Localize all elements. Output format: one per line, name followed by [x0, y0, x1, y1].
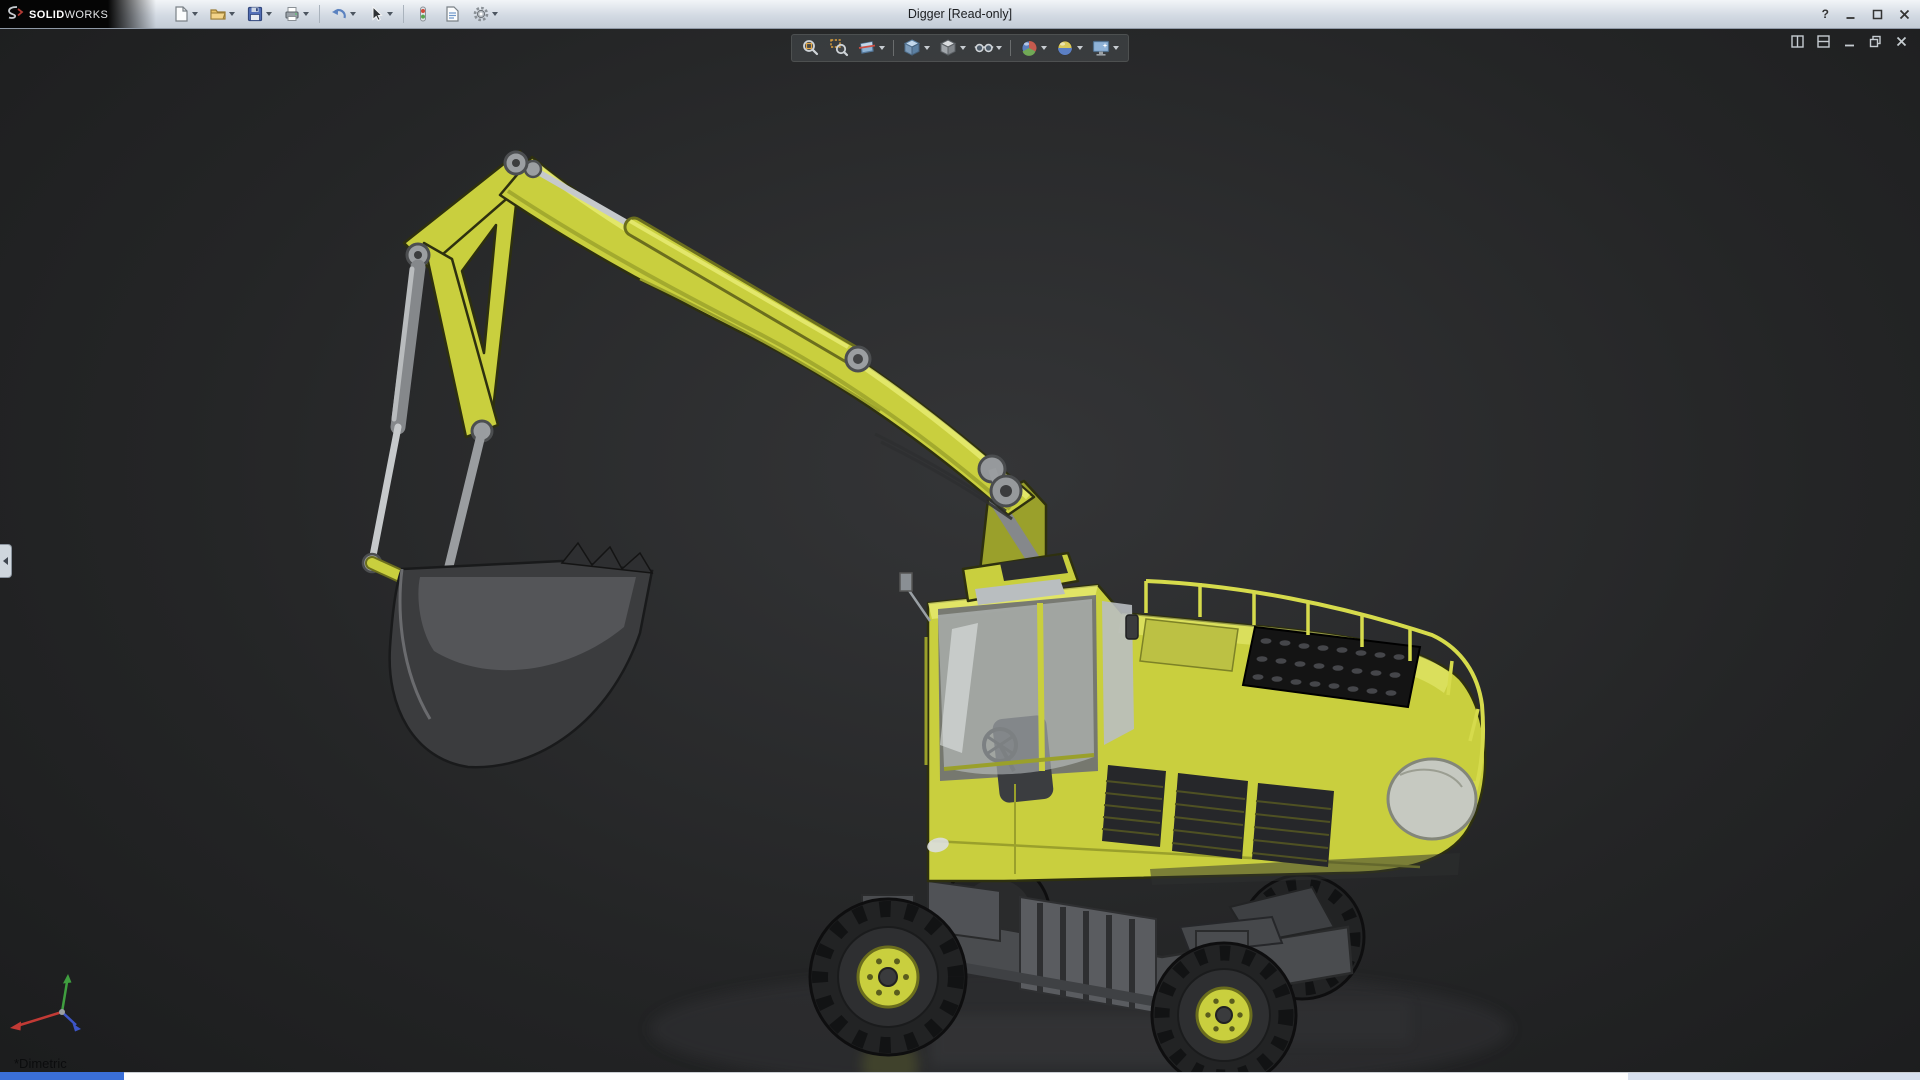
view-orientation-icon — [903, 39, 921, 56]
dropdown-caret — [960, 46, 966, 50]
solidworks-window: SOLIDWORKS Digger [Read-only] ? *Dimetri… — [0, 0, 1920, 1080]
maximize-icon — [1872, 9, 1883, 19]
zoom-to-area-icon — [830, 39, 849, 57]
toolbar-separator — [403, 5, 404, 23]
dropdown-caret — [266, 12, 272, 16]
split-pane-horizontal-icon — [1817, 35, 1830, 48]
bucket[interactable] — [388, 541, 654, 769]
chevron-left-icon — [3, 557, 8, 565]
open-button[interactable] — [205, 3, 239, 26]
triad-y-axis — [60, 981, 69, 1013]
graphics-viewport[interactable]: *Dimetric — [0, 29, 1920, 1072]
new-document-button[interactable] — [168, 3, 202, 26]
help-icon: ? — [1821, 7, 1829, 21]
rebuild-status-button[interactable] — [410, 3, 436, 26]
section-view-button[interactable] — [854, 37, 888, 59]
close-icon — [1899, 9, 1910, 19]
file-properties-icon — [446, 6, 459, 22]
select-button[interactable] — [363, 3, 397, 26]
window-title: Digger [Read-only] — [907, 7, 1013, 21]
solidworks-logo: SOLIDWORKS — [0, 0, 158, 28]
apply-scene-button[interactable] — [1052, 37, 1086, 59]
document-restore-button[interactable] — [1867, 33, 1884, 50]
document-close-button[interactable] — [1893, 33, 1910, 50]
standard-toolbar — [168, 2, 502, 26]
dropdown-caret — [1077, 46, 1083, 50]
toolbar-separator — [893, 40, 894, 56]
print-icon — [285, 7, 299, 21]
new-document-icon — [175, 6, 188, 22]
document-close-icon — [1896, 36, 1907, 47]
file-properties-button[interactable] — [439, 3, 465, 26]
close-button[interactable] — [1897, 7, 1912, 22]
solidworks-logo-icon — [8, 6, 24, 19]
save-button[interactable] — [242, 3, 276, 26]
status-bar-accent-segment — [0, 1072, 124, 1080]
toolbar-separator — [319, 5, 320, 23]
help-button[interactable]: ? — [1820, 5, 1831, 23]
dropdown-caret — [924, 46, 930, 50]
save-icon — [247, 6, 263, 22]
display-style-icon — [939, 39, 957, 56]
heads-up-view-toolbar — [791, 34, 1129, 62]
status-bar-right-segment — [1628, 1072, 1920, 1080]
apply-scene-icon — [1057, 40, 1073, 56]
dropdown-caret — [879, 46, 885, 50]
toolbar-separator — [1010, 40, 1011, 56]
select-cursor-icon — [372, 5, 383, 22]
split-pane-horizontal-button[interactable] — [1815, 33, 1832, 50]
print-button[interactable] — [279, 3, 313, 26]
zoom-to-fit-button[interactable] — [798, 37, 824, 59]
dropdown-caret — [229, 12, 235, 16]
dropdown-caret — [1041, 46, 1047, 50]
split-pane-vertical-icon — [1791, 35, 1804, 48]
zoom-to-area-button[interactable] — [826, 37, 852, 59]
options-button[interactable] — [468, 3, 502, 26]
edit-appearance-button[interactable] — [1016, 37, 1050, 59]
minimize-button[interactable] — [1843, 7, 1858, 22]
display-style-button[interactable] — [935, 37, 969, 59]
open-folder-icon — [210, 9, 226, 20]
dropdown-caret — [492, 12, 498, 16]
status-bar — [0, 1072, 1920, 1080]
brand-text-bold: SOLID — [29, 9, 65, 21]
dropdown-caret — [303, 12, 309, 16]
rebuild-status-icon — [420, 6, 426, 22]
split-pane-vertical-button[interactable] — [1789, 33, 1806, 50]
document-window-controls — [1789, 33, 1910, 50]
triad-x-axis — [19, 1010, 63, 1027]
hide-show-items-button[interactable] — [971, 37, 1005, 59]
orientation-label: *Dimetric — [14, 1056, 67, 1071]
view-settings-button[interactable] — [1088, 37, 1122, 59]
excavator-model — [361, 149, 1510, 1072]
hide-show-items-icon — [974, 43, 994, 53]
document-minimize-icon — [1845, 44, 1854, 47]
undo-button[interactable] — [326, 3, 360, 26]
section-view-icon — [858, 41, 876, 54]
window-controls: ? — [1820, 0, 1912, 28]
document-restore-icon — [1869, 35, 1881, 48]
dropdown-caret — [350, 12, 356, 16]
titlebar: SOLIDWORKS Digger [Read-only] ? — [0, 0, 1920, 29]
edit-appearance-icon — [1021, 40, 1037, 56]
undo-icon — [332, 8, 346, 19]
dropdown-caret — [1113, 46, 1119, 50]
zoom-to-fit-icon — [803, 40, 819, 56]
brand-text-light: WORKS — [64, 9, 109, 21]
dropdown-caret — [996, 46, 1002, 50]
featuremanager-collapse-tab[interactable] — [0, 544, 12, 578]
view-orientation-button[interactable] — [899, 37, 933, 59]
minimize-icon — [1846, 16, 1855, 19]
document-minimize-button[interactable] — [1841, 33, 1858, 50]
status-bar-main-segment — [124, 1072, 1628, 1080]
upper-body[interactable] — [899, 572, 1487, 885]
dropdown-caret — [192, 12, 198, 16]
view-settings-icon — [1092, 40, 1110, 56]
reference-triad — [10, 974, 81, 1032]
maximize-button[interactable] — [1870, 7, 1885, 22]
options-gear-icon — [473, 6, 489, 22]
dropdown-caret — [387, 12, 393, 16]
